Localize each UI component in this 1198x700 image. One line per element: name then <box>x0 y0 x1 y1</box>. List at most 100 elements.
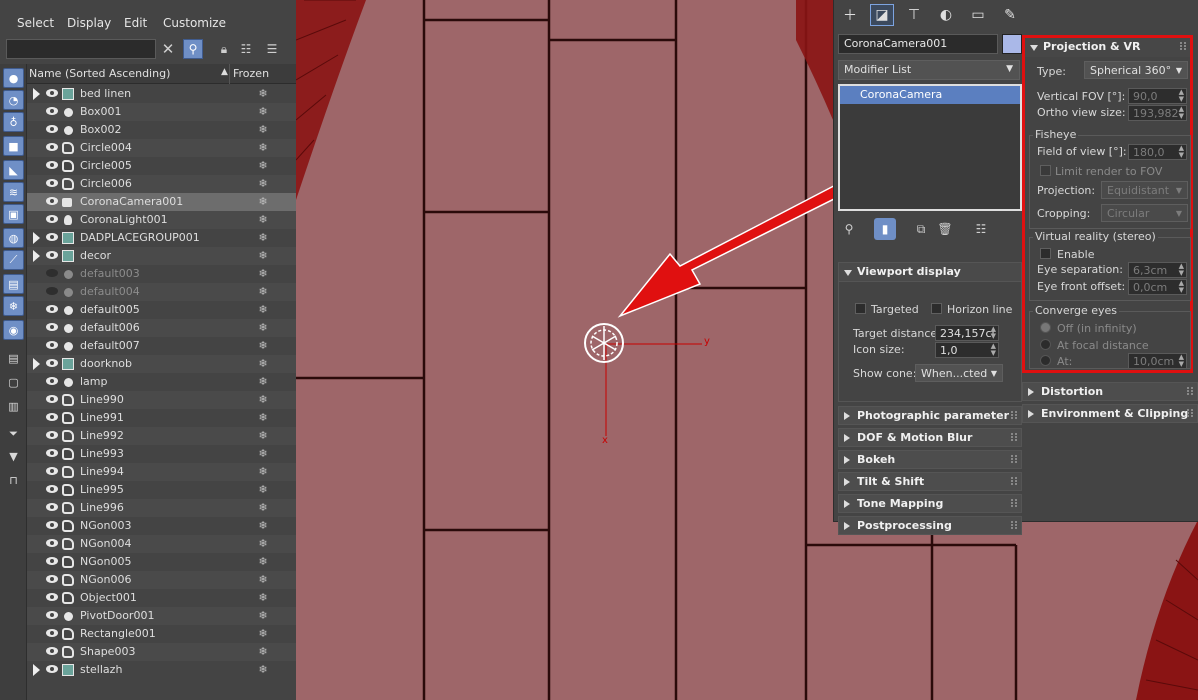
expand-icon[interactable] <box>33 358 40 370</box>
frozen-icon[interactable]: ❄ <box>230 229 296 247</box>
hierarchy-icon[interactable]: ☷ <box>236 39 256 59</box>
helper-filter-icon[interactable]: ◣ <box>3 160 24 180</box>
visibility-eye-icon[interactable] <box>46 539 58 547</box>
expand-icon[interactable] <box>33 232 40 244</box>
visibility-eye-icon[interactable] <box>46 377 58 385</box>
expand-icon[interactable] <box>33 88 40 100</box>
visibility-eye-icon[interactable] <box>46 161 58 169</box>
utilities-tab-icon[interactable]: ✎ <box>998 4 1022 26</box>
column-divider[interactable] <box>229 64 230 84</box>
configure-sets-icon[interactable]: ☷ <box>970 218 992 240</box>
eye-separation-spinner[interactable]: 6,3cm ▲ ▼ <box>1128 262 1187 278</box>
visibility-eye-icon[interactable] <box>46 449 58 457</box>
visibility-eye-icon[interactable] <box>46 593 58 601</box>
frozen-icon[interactable]: ❄ <box>230 193 296 211</box>
converge-at-spinner[interactable]: 10,0cm ▲ ▼ <box>1128 353 1187 369</box>
xref-filter-icon[interactable]: ◍ <box>3 228 24 248</box>
frozen-icon[interactable]: ❄ <box>230 409 296 427</box>
object-row[interactable]: default004 ❄ <box>27 283 296 301</box>
frozen-icon[interactable]: ❄ <box>230 337 296 355</box>
object-row[interactable]: doorknob ❄ <box>27 355 296 373</box>
object-row[interactable]: DADPLACEGROUP001 ❄ <box>27 229 296 247</box>
object-row[interactable]: PivotDoor001 ❄ <box>27 607 296 625</box>
frozen-icon[interactable]: ❄ <box>230 499 296 517</box>
frozen-icon[interactable]: ❄ <box>230 121 296 139</box>
cropping-dropdown[interactable]: Circular ▼ <box>1101 204 1188 222</box>
visibility-eye-icon[interactable] <box>46 305 58 313</box>
limit-render-checkbox[interactable] <box>1040 165 1051 176</box>
menu-select[interactable]: Select <box>17 16 54 30</box>
visibility-eye-icon[interactable] <box>46 251 58 259</box>
object-row[interactable]: Line994 ❄ <box>27 463 296 481</box>
motion-tab-icon[interactable]: ◐ <box>934 4 958 26</box>
object-row[interactable]: Circle004 ❄ <box>27 139 296 157</box>
group-filter-icon[interactable]: ▣ <box>3 204 24 224</box>
object-row[interactable]: stellazh ❄ <box>27 661 296 679</box>
horizon-line-checkbox[interactable] <box>931 303 942 314</box>
container-filter-icon[interactable]: ▤ <box>3 274 24 294</box>
frozen-icon[interactable]: ❄ <box>230 481 296 499</box>
menu-customize[interactable]: Customize <box>163 16 226 30</box>
frozen-icon[interactable]: ❄ <box>230 463 296 481</box>
viewport-display-header[interactable]: Viewport display <box>839 263 1021 282</box>
object-row[interactable]: lamp ❄ <box>27 373 296 391</box>
spacewarp-filter-icon[interactable]: ≋ <box>3 182 24 202</box>
hidden-filter-icon[interactable]: ◉ <box>3 320 24 340</box>
visibility-eye-icon[interactable] <box>46 629 58 637</box>
frozen-icon[interactable]: ❄ <box>230 283 296 301</box>
rollout-header[interactable]: Tone Mapping <box>838 494 1022 513</box>
rollout-header[interactable]: Environment & Clipping <box>1022 404 1198 423</box>
object-row[interactable]: default006 ❄ <box>27 319 296 337</box>
lock-icon[interactable]: 🔒︎ <box>214 39 234 59</box>
menu-edit[interactable]: Edit <box>124 16 147 30</box>
visibility-eye-icon[interactable] <box>46 413 58 421</box>
object-row[interactable]: NGon003 ❄ <box>27 517 296 535</box>
visibility-eye-icon[interactable] <box>46 323 58 331</box>
object-row[interactable]: Line995 ❄ <box>27 481 296 499</box>
frozen-icon[interactable]: ❄ <box>230 319 296 337</box>
object-row[interactable]: default005 ❄ <box>27 301 296 319</box>
frozen-icon[interactable]: ❄ <box>230 661 296 679</box>
object-row[interactable]: Line993 ❄ <box>27 445 296 463</box>
rollout-header[interactable]: Photographic parameter <box>838 406 1022 425</box>
frozen-icon[interactable]: ❄ <box>230 85 296 103</box>
projection-dropdown[interactable]: Equidistant ▼ <box>1101 181 1188 199</box>
frozen-icon[interactable]: ❄ <box>230 535 296 553</box>
column-frozen[interactable]: Frozen <box>233 67 269 80</box>
filter-icon[interactable]: ⚲ <box>183 39 203 59</box>
rollout-header[interactable]: Tilt & Shift <box>838 472 1022 491</box>
make-unique-icon[interactable]: ⧉ <box>910 218 932 240</box>
frozen-icon[interactable]: ❄ <box>230 625 296 643</box>
icon-size-spinner[interactable]: 1,0 ▲ ▼ <box>935 342 999 358</box>
visibility-eye-icon[interactable] <box>46 467 58 475</box>
frozen-icon[interactable]: ❄ <box>230 157 296 175</box>
select-children-icon[interactable]: ⊓ <box>3 470 24 490</box>
frozen-icon[interactable]: ❄ <box>230 355 296 373</box>
clear-search-icon[interactable]: ✕ <box>158 39 178 59</box>
vertical-fov-spinner[interactable]: 90,0 ▲ ▼ <box>1128 88 1187 104</box>
frozen-icon[interactable]: ❄ <box>230 391 296 409</box>
visibility-eye-icon[interactable] <box>46 107 58 115</box>
visibility-eye-icon[interactable] <box>46 665 58 673</box>
visibility-eye-icon[interactable] <box>46 557 58 565</box>
rollout-header[interactable]: DOF & Motion Blur <box>838 428 1022 447</box>
camera-gizmo[interactable] <box>584 323 702 436</box>
invert-display-icon[interactable]: ▥ <box>3 396 24 416</box>
visibility-eye-icon[interactable] <box>46 269 58 277</box>
frozen-icon[interactable]: ❄ <box>230 643 296 661</box>
visibility-eye-icon[interactable] <box>46 89 58 97</box>
modify-tab-icon[interactable]: ◪ <box>870 4 894 26</box>
converge-off-radio[interactable] <box>1040 322 1051 333</box>
object-row[interactable]: Rectangle001 ❄ <box>27 625 296 643</box>
shape-filter-icon[interactable]: ◔ <box>3 90 24 110</box>
visibility-eye-icon[interactable] <box>46 611 58 619</box>
display-all-icon[interactable]: ▤ <box>3 348 24 368</box>
vr-enable-checkbox[interactable] <box>1040 248 1051 259</box>
object-row[interactable]: Line996 ❄ <box>27 499 296 517</box>
projection-vr-header[interactable]: Projection & VR <box>1025 38 1190 57</box>
object-row[interactable]: Circle005 ❄ <box>27 157 296 175</box>
layer-icon[interactable]: ☰ <box>262 39 282 59</box>
expand-icon[interactable] <box>33 250 40 262</box>
object-row[interactable]: Line992 ❄ <box>27 427 296 445</box>
object-row[interactable]: CoronaLight001 ❄ <box>27 211 296 229</box>
